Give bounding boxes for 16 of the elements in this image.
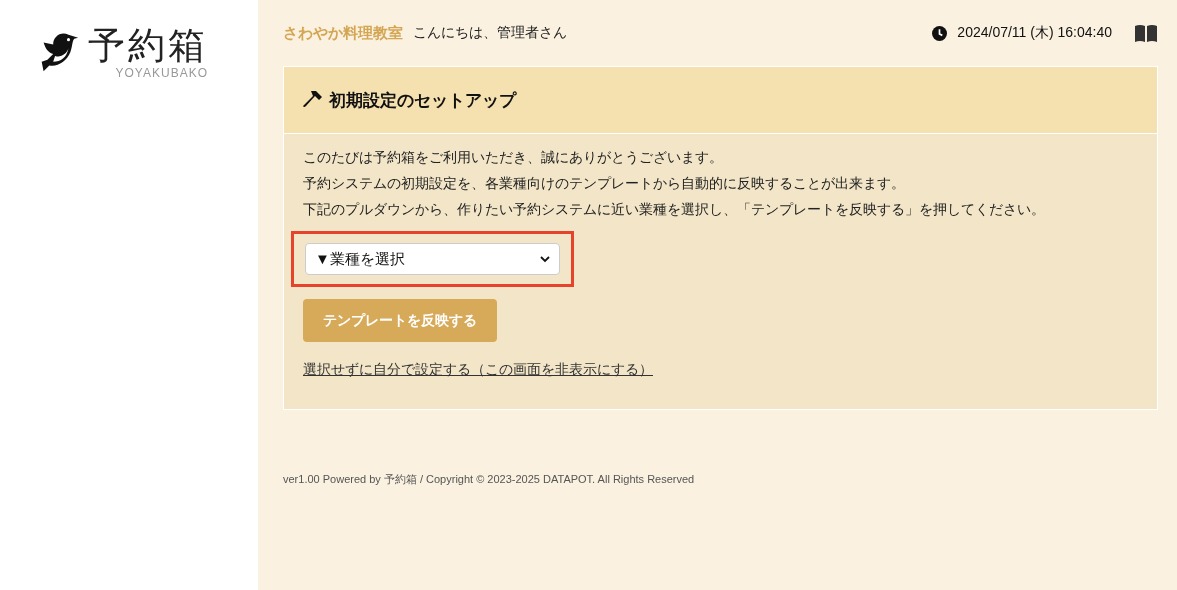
greeting: こんにちは、管理者さん bbox=[413, 24, 567, 42]
footer-text: ver1.00 Powered by 予約箱 / Copyright © 2023-2025 DATAPOT. All Rights Reserved bbox=[283, 472, 696, 487]
datetime: 2024/07/11 (木) 16:04:40 bbox=[957, 24, 1112, 42]
logo-title: 予約箱 bbox=[88, 26, 208, 66]
book-icon[interactable] bbox=[1134, 24, 1158, 42]
skip-link[interactable]: 選択せずに自分で設定する（この画面を非表示にする） bbox=[303, 361, 653, 379]
intro-text: 予約システムの初期設定を、各業種向けのテンプレートから自動的に反映することが出来ます。 bbox=[303, 174, 905, 193]
intro-text: このたびは予約箱をご利用いただき、誠にありがとうございます。 bbox=[303, 148, 723, 167]
industry-dropdown[interactable]: ▼業種を選択 bbox=[305, 243, 560, 275]
hammer-icon bbox=[303, 90, 323, 110]
clock-icon bbox=[932, 25, 948, 41]
chevron-icon bbox=[540, 255, 550, 263]
logo-subtitle: YOYAKUBAKO bbox=[115, 66, 208, 80]
shop-name: さわやか料理教室 bbox=[283, 23, 403, 43]
panel-title: 初期設定のセットアップ bbox=[329, 89, 516, 112]
intro-text: 下記のプルダウンから、作りたい予約システムに近い業種を選択し、「テンプレートを反映する」を押してください。 bbox=[303, 200, 1045, 219]
